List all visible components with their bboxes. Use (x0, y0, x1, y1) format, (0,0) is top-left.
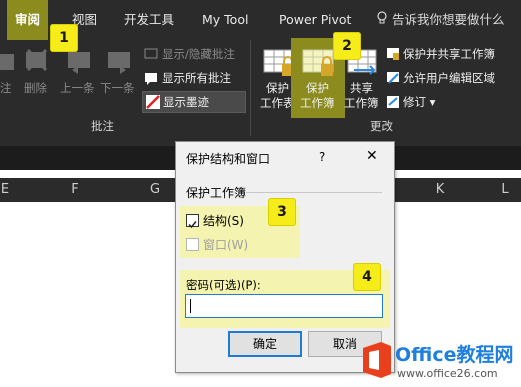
share-workbook-label-2[interactable]: 工作簿 (344, 95, 379, 111)
brand-title: Office教程网 (395, 344, 514, 366)
share-workbook-label-1[interactable]: 共享 (350, 80, 373, 96)
help-button[interactable]: ? (319, 150, 325, 164)
show-all-comments-icon (144, 70, 158, 89)
step-badge-2: 2 (333, 32, 361, 60)
ok-button[interactable]: 确定 (228, 331, 302, 357)
password-input[interactable] (185, 294, 383, 318)
checkmark-icon (188, 221, 197, 229)
allow-edit-ranges-button[interactable]: 允许用户编辑区域 (403, 70, 495, 86)
delete-comment-icon (26, 48, 48, 72)
show-hide-comment-icon (144, 46, 158, 65)
new-comment-icon (0, 54, 14, 70)
lightbulb-icon (376, 1, 388, 41)
close-icon[interactable]: ✕ (366, 148, 378, 164)
new-comment-label: 注 (0, 81, 12, 95)
comments-group-label: 批注 (91, 119, 114, 133)
step-badge-3: 3 (268, 198, 296, 226)
tab-review[interactable]: 审阅 (7, 0, 49, 40)
windows-checkbox[interactable] (186, 238, 199, 251)
show-ink-label: 显示墨迹 (163, 95, 209, 109)
section-divider (246, 192, 382, 193)
step-badge-1: 1 (50, 24, 78, 52)
office-logo-icon (363, 342, 391, 378)
column-header-k[interactable]: K (425, 178, 455, 202)
structure-checkbox[interactable] (186, 214, 199, 229)
structure-label: 结构(S) (203, 214, 244, 228)
ribbon-tabs: 审阅 视图 开发工具 My Tool Power Pivot 告诉我你想要做什么 (0, 0, 521, 40)
column-header-e[interactable]: E (0, 178, 10, 202)
tell-me-search[interactable]: 告诉我你想要做什么 (376, 0, 505, 40)
brand-watermark: Office教程网 www.office26.com (355, 337, 521, 387)
protect-share-button[interactable]: 保护并共享工作簿 (403, 46, 495, 62)
show-ink-button[interactable]: 显示墨迹 (142, 91, 246, 113)
previous-comment-button[interactable]: 上一条 (60, 80, 95, 96)
step-badge-4: 4 (353, 263, 381, 291)
column-header-g[interactable]: G (140, 178, 170, 202)
tell-me-text: 告诉我你想要做什么 (392, 12, 505, 27)
group-separator (250, 40, 251, 136)
text-caret (190, 299, 191, 313)
protect-workbook-label-2: 工作簿 (300, 96, 335, 110)
tab-developer[interactable]: 开发工具 (124, 0, 174, 40)
windows-label: 窗口(W) (203, 238, 249, 252)
brand-url: www.office26.com (397, 367, 498, 380)
delete-comment-button[interactable]: 删除 (24, 80, 47, 96)
dialog-title: 保护结构和窗口 (186, 152, 271, 166)
allow-edit-icon (386, 70, 400, 89)
protect-workbook-section-label: 保护工作簿 (186, 186, 247, 200)
protect-sheet-label-2[interactable]: 工作表 (260, 95, 295, 111)
show-all-comments-button[interactable]: 显示所有批注 (162, 70, 231, 86)
protect-share-icon (386, 46, 400, 65)
protect-sheet-label-1[interactable]: 保护 (266, 80, 289, 96)
protect-workbook-label-1: 保护 (306, 81, 329, 95)
next-comment-icon (108, 52, 130, 74)
column-header-l[interactable]: L (490, 178, 520, 202)
changes-group-label: 更改 (370, 119, 393, 133)
protect-workbook-icon (302, 49, 334, 76)
password-label: 密码(可选)(P): (186, 278, 261, 292)
column-header-f[interactable]: F (60, 178, 90, 202)
show-hide-comment-button[interactable]: 显示/隐藏批注 (162, 46, 235, 62)
track-changes-button[interactable]: 修订 ▾ (403, 94, 435, 110)
tab-my-tool[interactable]: My Tool (202, 0, 248, 40)
ink-icon (146, 95, 160, 109)
next-comment-button[interactable]: 下一条 (100, 80, 135, 96)
track-changes-icon (386, 94, 400, 113)
